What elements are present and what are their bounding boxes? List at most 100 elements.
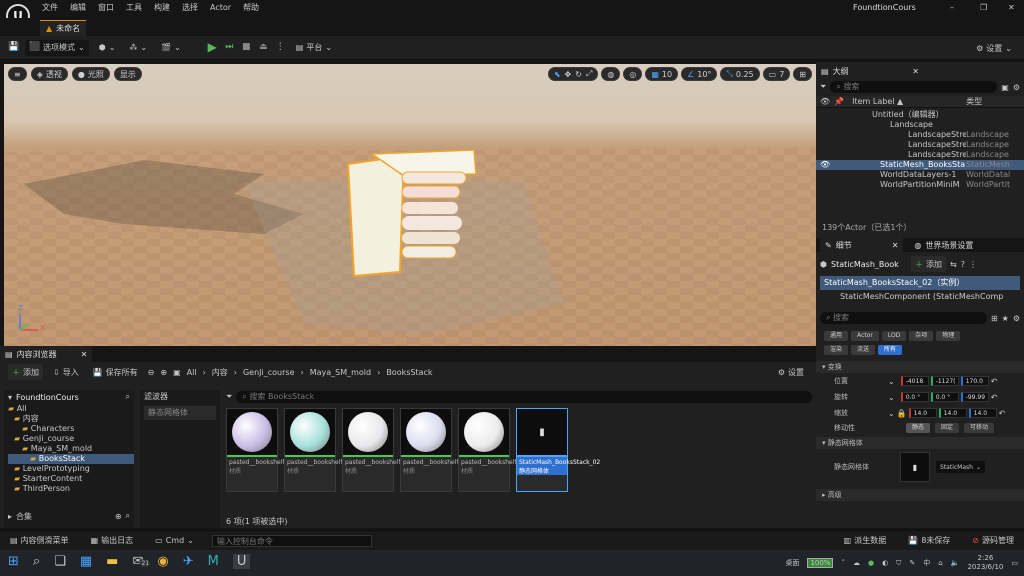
rotation-z-field[interactable]: -99.99 (960, 392, 989, 402)
unsaved-button[interactable]: 💾 8未保存 (904, 533, 954, 549)
perspective-button[interactable]: ◈ 透视 (30, 67, 68, 81)
content-drawer-button[interactable]: ▤ 内容侧滑菜单 (6, 533, 73, 549)
visibility-eye-icon[interactable] (820, 150, 832, 160)
blueprint-button[interactable]: ⁂ ⌄ (125, 40, 151, 56)
output-log-button[interactable]: ▦ 输出日志 (87, 533, 138, 549)
visibility-eye-icon[interactable] (820, 180, 832, 190)
app-tray-icon[interactable]: ◐ (882, 559, 888, 567)
folder-tree-item[interactable]: ▰ Maya_SM_mold (8, 444, 134, 454)
visibility-eye-icon[interactable] (820, 120, 832, 130)
static-mesh-thumbnail[interactable]: ▮ (900, 452, 930, 482)
battery-icon[interactable]: 100% (807, 558, 834, 568)
mobility-option[interactable]: 静态 (906, 423, 931, 433)
rotation-x-field[interactable]: 0.0 ° (900, 392, 929, 402)
maya-icon[interactable]: M (208, 554, 219, 569)
asset-search-input[interactable]: ⌕ 搜索 BooksStack (236, 391, 812, 403)
menu-item[interactable]: Actor (210, 3, 231, 12)
details-tab[interactable]: ✎ 细节 ✕ (820, 238, 904, 252)
select-arrow-icon[interactable]: ⬉ (554, 70, 561, 79)
asset-tile[interactable]: pasted__bookshelf_boo... 材质 (458, 408, 536, 492)
static-mesh-dropdown[interactable]: StaticMash ⌄ (936, 461, 985, 473)
actor-name[interactable]: StaticMash_Book (831, 260, 907, 269)
world-local-toggle[interactable]: ◍ (601, 67, 621, 81)
import-button[interactable]: ⇩ 导入 (49, 364, 83, 380)
store-icon[interactable]: ▦ (80, 554, 92, 569)
location-x-field[interactable]: -4018 (900, 376, 929, 386)
asset-tile[interactable]: pasted__bookshelf_boo... 材质 (400, 408, 478, 492)
pen-icon[interactable]: ✎ (909, 559, 915, 567)
mail-icon[interactable]: ✉ 21 (132, 554, 151, 569)
static-mesh-component-row[interactable]: StaticMeshComponent (StaticMeshComp (820, 290, 1020, 304)
play-icon[interactable]: ▶ (207, 41, 218, 53)
file-explorer-icon[interactable]: ▬ (106, 554, 118, 569)
star-icon[interactable]: ★ (1002, 314, 1009, 323)
settings-gear-icon[interactable]: ⚙ (1013, 83, 1020, 92)
collections-label[interactable]: 合集 (16, 511, 32, 522)
search-icon[interactable]: ⌕ (126, 511, 130, 521)
settings-gear-icon[interactable]: ⚙ (1013, 314, 1020, 323)
menu-item[interactable]: 构建 (154, 2, 170, 13)
mode-selector[interactable]: ⬛ 选项模式 ⌄ (25, 39, 89, 56)
menu-item[interactable]: 文件 (42, 2, 58, 13)
search-icon[interactable]: ⌕ (33, 554, 40, 569)
restore-button[interactable]: ❐ (980, 3, 987, 12)
blueprint-convert-icon[interactable]: ⇆ (950, 260, 957, 269)
grid-snap-button[interactable]: ▦ 10 (645, 67, 679, 81)
notification-icon[interactable]: ▭ (1011, 559, 1018, 567)
breadcrumb-item[interactable]: Maya_SM_mold (310, 368, 371, 377)
more-options-icon[interactable]: ⋮ (275, 42, 286, 53)
stop-icon[interactable]: ■ (241, 42, 252, 53)
folder-tree-item[interactable]: ▰ StarterContent (8, 474, 134, 484)
platform-button[interactable]: ▤ 平台 ⌄ (292, 40, 336, 56)
folder-tree-item[interactable]: ▰ Characters (8, 424, 134, 434)
menu-item[interactable]: 帮助 (243, 2, 259, 13)
search-icon[interactable]: ⌕ (126, 392, 130, 402)
back-icon[interactable]: ⊖ (148, 368, 155, 377)
volume-icon[interactable]: 🔈 (951, 559, 960, 567)
breadcrumb-item[interactable]: 内容 (212, 367, 228, 378)
outliner-row[interactable]: LandscapeStreaminLandscape (816, 130, 1024, 140)
task-view-icon[interactable]: ❏ (54, 554, 66, 569)
content-settings-button[interactable]: ⚙ 设置 (774, 364, 808, 380)
content-shortcut-button[interactable]: ⬢ ⌄ (95, 40, 120, 56)
skip-forward-icon[interactable]: ⏭ (224, 42, 235, 53)
filter-chip[interactable]: 所有 (878, 345, 903, 355)
outliner-row[interactable]: Untitled（编辑器） (816, 110, 1024, 120)
minimize-button[interactable]: – (950, 3, 954, 12)
add-button[interactable]: ＋添加 (8, 364, 43, 380)
mobility-option[interactable]: 可移动 (964, 423, 995, 433)
filter-chip[interactable]: 渲染 (824, 345, 849, 355)
forward-icon[interactable]: ⊕ (160, 368, 167, 377)
scale-icon[interactable]: ⤢ (586, 69, 592, 79)
desktop-label[interactable]: 桌面 (785, 558, 799, 568)
rotate-icon[interactable]: ↻ (575, 70, 582, 79)
settings-button[interactable]: ⚙ 设置 ⌄ (972, 40, 1016, 56)
asset-tile[interactable]: pasted__bookshelf_boo... 材质 (342, 408, 420, 492)
outliner-search-input[interactable]: ⌕ 搜索 (830, 81, 998, 93)
component-instance-row[interactable]: StaticMash_BooksStack_02（实例） (820, 276, 1020, 290)
folder-tree-item[interactable]: ▰ All (8, 404, 134, 414)
asset-tile[interactable]: pasted__bookshelf_boo... 材质 (284, 408, 362, 492)
scale-x-field[interactable]: 14.0 (908, 408, 937, 418)
clock[interactable]: 2:26 2023/6/10 (967, 554, 1003, 572)
source-control-button[interactable]: ⊘ 源码管理 (968, 533, 1018, 549)
visibility-eye-icon[interactable] (820, 140, 832, 150)
details-search-input[interactable]: ⌕ 搜索 (820, 312, 987, 324)
level-viewport[interactable]: Z X ≡ ◈ 透视 ● 光照 显示 ⬉ ✥ ↻ ⤢ ◍ ◎ ▦ 10 ∠ 10° ⤡ 0.25… (4, 64, 816, 346)
move-icon[interactable]: ✥ (565, 70, 572, 79)
chevron-down-icon[interactable]: ⌄ (888, 377, 895, 386)
mobility-option[interactable]: 固定 (935, 423, 960, 433)
scale-y-field[interactable]: 14.0 (938, 408, 967, 418)
reset-icon[interactable]: ↶ (999, 409, 1006, 418)
static-mesh-section-header[interactable]: ▾ 静态网格体 (816, 437, 1024, 449)
asset-tile[interactable]: ▮ StaticMash_BooksStack_02 静态网格体 (516, 408, 600, 492)
visibility-eye-icon[interactable] (820, 170, 832, 180)
rotation-snap-button[interactable]: ∠ 10° (681, 67, 718, 81)
show-button[interactable]: 显示 (113, 67, 142, 81)
unreal-taskbar-icon[interactable]: U (232, 554, 251, 569)
chevron-down-icon[interactable]: ⌄ (888, 409, 895, 418)
filter-item-static-mesh[interactable]: 静态网格体 (144, 406, 216, 420)
breadcrumb-item[interactable]: BooksStack (386, 368, 432, 377)
cloud-icon[interactable]: ☁ (853, 559, 860, 567)
menu-item[interactable]: 编辑 (70, 2, 86, 13)
